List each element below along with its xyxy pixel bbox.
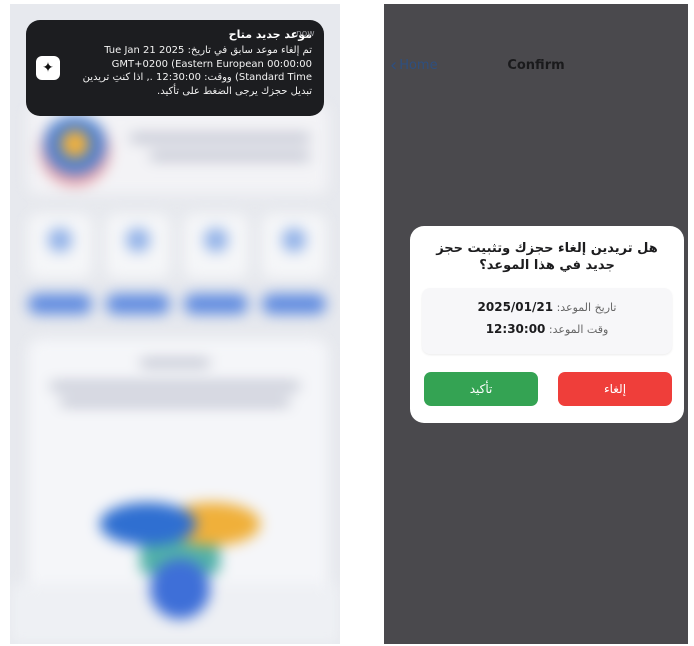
service-button [262, 294, 326, 314]
page-title: Confirm [507, 58, 565, 73]
hero-text-line [130, 134, 310, 142]
cancel-button[interactable]: إلغاء [558, 372, 672, 406]
appointment-date-row: تاريخ الموعد: 2025/01/21 [422, 300, 672, 314]
app-logo-icon: ✦ [36, 56, 60, 80]
notification-time: now [296, 29, 315, 39]
time-value: 12:30:00 [485, 322, 546, 336]
notification-line: تم إلغاء موعد سابق في تاريخ: Tue Jan 21 … [104, 45, 312, 56]
confirm-button[interactable]: تأكيد [424, 372, 538, 406]
notification-body: تم إلغاء موعد سابق في تاريخ: Tue Jan 21 … [72, 44, 312, 98]
appointment-info-box: تاريخ الموعد: 2025/01/21 وقت الموعد: 12:… [422, 288, 672, 354]
service-button [184, 294, 248, 314]
panel-heading [140, 359, 210, 367]
confirm-screen: ‹ Home Confirm هل تريدين إلغاء حجزك وتثب… [384, 4, 688, 644]
panel-text-line [50, 382, 300, 390]
dialog-title: هل تريدين إلغاء حجزك وتثبيت حجز جديد في … [436, 241, 658, 273]
service-card [262, 214, 326, 278]
date-value: 2025/01/21 [477, 300, 554, 314]
home-screen-blurred: ✦ now موعد جديد متاح تم إلغاء موعد سابق … [10, 4, 340, 644]
service-button [106, 294, 170, 314]
date-label: تاريخ الموعد: [556, 301, 617, 314]
push-notification[interactable]: ✦ now موعد جديد متاح تم إلغاء موعد سابق … [26, 20, 324, 116]
appointment-time-row: وقت الموعد: 12:30:00 [422, 322, 672, 336]
hero-illustration [40, 116, 110, 186]
service-button [28, 294, 92, 314]
center-fab [150, 559, 210, 619]
service-card [106, 214, 170, 278]
service-card [28, 214, 92, 278]
service-card [184, 214, 248, 278]
notification-line: تبديل حجزك يرجى الضغط على تأكيد. [157, 85, 312, 97]
notification-line: 00:00:00 GMT+0200 (Eastern European [111, 58, 312, 70]
navigation-bar: ‹ Home Confirm [384, 54, 688, 80]
notification-title: موعد جديد متاح [228, 28, 312, 41]
notification-line: Standard Time) ووقت: 12:30:00 ., اذا كنت… [82, 72, 312, 83]
hero-text-line [150, 152, 310, 160]
confirm-dialog: هل تريدين إلغاء حجزك وتثبيت حجز جديد في … [410, 226, 684, 423]
time-label: وقت الموعد: [548, 323, 609, 336]
panel-text-line [60, 398, 290, 406]
